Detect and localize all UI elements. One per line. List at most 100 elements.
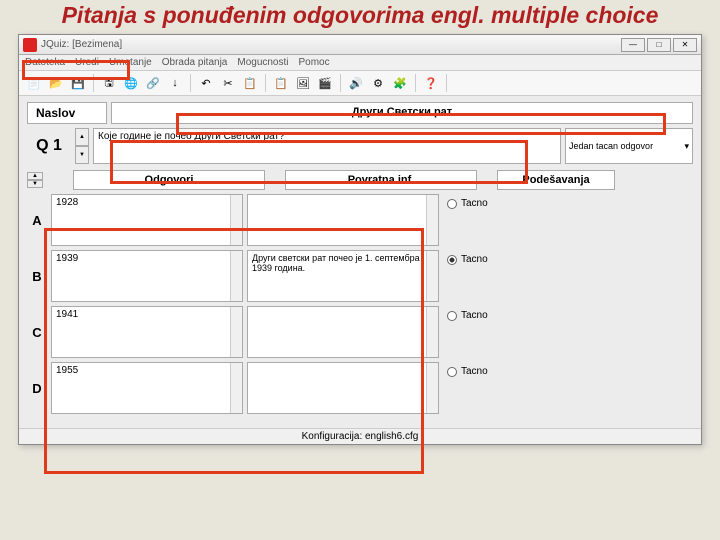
spinner-down-icon[interactable]: ▼ [75, 146, 89, 164]
scrollbar[interactable] [426, 363, 438, 413]
question-number-label: Q 1 [27, 128, 71, 164]
toolbar-button[interactable]: ❓ [422, 74, 440, 92]
correct-radio[interactable]: Tacno [447, 254, 557, 265]
maximize-button[interactable]: □ [647, 38, 671, 52]
spinner-up-icon[interactable]: ▲ [75, 128, 89, 146]
scrollbar[interactable] [426, 251, 438, 301]
scrollbar[interactable] [230, 251, 242, 301]
menu-item[interactable]: Mogucnosti [237, 57, 288, 68]
answer-settings: Tacno [443, 194, 561, 246]
statusbar: Konfiguracija: english6.cfg [19, 428, 701, 444]
toolbar-button[interactable]: ↓ [166, 74, 184, 92]
quiz-title-input[interactable]: Други Светски рат [111, 102, 693, 124]
spinner-up-icon[interactable]: ▲ [27, 172, 43, 180]
answers-grid: A1928TacnoB1939Други светски рат почео ј… [27, 194, 693, 414]
answer-letter: C [27, 306, 47, 358]
scrollbar[interactable] [426, 307, 438, 357]
toolbar-button[interactable]: 🔗 [144, 74, 162, 92]
toolbar: 📄📂💾🖫🌐🔗↓↶✂📋📋🖼🎬🔊⚙🧩❓ [19, 71, 701, 96]
menu-item[interactable]: Pomoc [299, 57, 330, 68]
toolbar-separator [190, 74, 191, 92]
toolbar-separator [415, 74, 416, 92]
answer-text-input[interactable]: 1939 [51, 250, 243, 302]
answer-settings: Tacno [443, 306, 561, 358]
answer-row: D1955 Tacno [27, 362, 693, 414]
q-prefix: Q [36, 137, 48, 155]
toolbar-button[interactable]: 🎬 [316, 74, 334, 92]
radio-icon [447, 367, 457, 377]
toolbar-button[interactable]: 💾 [69, 74, 87, 92]
radio-icon [447, 311, 457, 321]
toolbar-button[interactable]: 📄 [25, 74, 43, 92]
toolbar-button[interactable]: 🔊 [347, 74, 365, 92]
correct-label: Tacno [461, 366, 488, 377]
answer-row: C1941 Tacno [27, 306, 693, 358]
answer-text-input[interactable]: 1955 [51, 362, 243, 414]
question-type-select[interactable]: Jedan tacan odgovor ▾ [565, 128, 693, 164]
answers-header: Odgovori [73, 170, 265, 190]
scrollbar[interactable] [230, 363, 242, 413]
correct-label: Tacno [461, 310, 488, 321]
answer-settings: Tacno [443, 250, 561, 302]
toolbar-button[interactable]: 🧩 [391, 74, 409, 92]
settings-header: Podešavanja [497, 170, 615, 190]
toolbar-button[interactable]: 🖫 [100, 74, 118, 92]
feedback-text-input[interactable] [247, 306, 439, 358]
answer-text-input[interactable]: 1928 [51, 194, 243, 246]
toolbar-button[interactable]: ↶ [197, 74, 215, 92]
toolbar-button[interactable]: ⚙ [369, 74, 387, 92]
app-icon [23, 38, 37, 52]
answer-row: B1939Други светски рат почео је 1. септе… [27, 250, 693, 302]
correct-radio[interactable]: Tacno [447, 310, 557, 321]
answer-letter: A [27, 194, 47, 246]
feedback-text-input[interactable] [247, 194, 439, 246]
menu-item[interactable]: Uredi [75, 57, 99, 68]
content-area: Naslov Други Светски рат Q 1 ▲ ▼ Које го… [19, 96, 701, 428]
scrollbar[interactable] [230, 307, 242, 357]
answer-text-input[interactable]: 1941 [51, 306, 243, 358]
answer-letter: B [27, 250, 47, 302]
question-type-value: Jedan tacan odgovor [569, 141, 653, 151]
correct-radio[interactable]: Tacno [447, 198, 557, 209]
toolbar-separator [265, 74, 266, 92]
question-spinner[interactable]: ▲ ▼ [75, 128, 89, 164]
spinner-down-icon[interactable]: ▼ [27, 180, 43, 188]
title-label: Naslov [27, 102, 107, 124]
radio-icon [447, 199, 457, 209]
feedback-header: Povratna inf. [285, 170, 477, 190]
question-text-input[interactable]: Које године је почео Други Светски рат? [93, 128, 561, 164]
menu-item[interactable]: Umetanje [109, 57, 152, 68]
toolbar-button[interactable]: ✂ [219, 74, 237, 92]
chevron-down-icon: ▾ [684, 141, 689, 152]
minimize-button[interactable]: — [621, 38, 645, 52]
window-title: JQuiz: [Bezimena] [41, 39, 122, 50]
toolbar-button[interactable]: 📋 [241, 74, 259, 92]
toolbar-separator [446, 74, 447, 92]
close-button[interactable]: ✕ [673, 38, 697, 52]
feedback-text-input[interactable]: Други светски рат почео је 1. септембра … [247, 250, 439, 302]
slide-title: Pitanja s ponuđenim odgovorima engl. mul… [0, 0, 720, 34]
feedback-text-input[interactable] [247, 362, 439, 414]
correct-label: Tacno [461, 254, 488, 265]
menu-item[interactable]: Obrada pitanja [162, 57, 228, 68]
toolbar-button[interactable]: 🌐 [122, 74, 140, 92]
toolbar-separator [93, 74, 94, 92]
toolbar-button[interactable]: 📂 [47, 74, 65, 92]
correct-label: Tacno [461, 198, 488, 209]
answer-row: A1928 Tacno [27, 194, 693, 246]
correct-radio[interactable]: Tacno [447, 366, 557, 377]
menubar: Datoteka Uredi Umetanje Obrada pitanja Moguc… [19, 55, 701, 71]
toolbar-button[interactable]: 📋 [272, 74, 290, 92]
titlebar: JQuiz: [Bezimena] — □ ✕ [19, 35, 701, 55]
answer-letter: D [27, 362, 47, 414]
answer-settings: Tacno [443, 362, 561, 414]
toolbar-button[interactable]: 🖼 [294, 74, 312, 92]
answer-spinner[interactable]: ▲ ▼ [27, 172, 43, 188]
scrollbar[interactable] [230, 195, 242, 245]
q-num: 1 [53, 137, 62, 155]
scrollbar[interactable] [426, 195, 438, 245]
radio-icon [447, 255, 457, 265]
app-window: JQuiz: [Bezimena] — □ ✕ Datoteka Uredi Ume… [18, 34, 702, 445]
toolbar-separator [340, 74, 341, 92]
menu-item[interactable]: Datoteka [25, 57, 65, 68]
